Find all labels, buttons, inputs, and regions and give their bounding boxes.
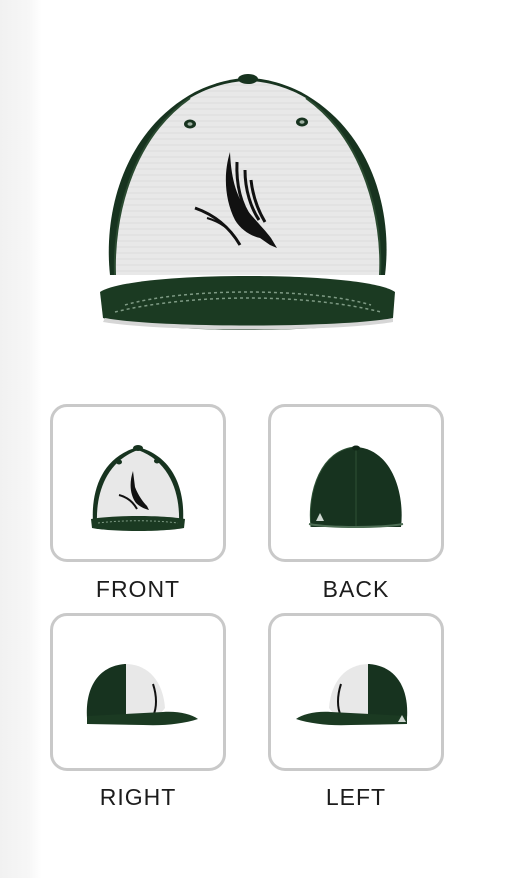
thumb-back[interactable] [268,404,444,562]
thumb-front[interactable] [50,404,226,562]
thumb-left[interactable] [268,613,444,771]
label-right: RIGHT [99,784,177,810]
thumb-right[interactable] [50,613,226,771]
page-edge-shadow [0,0,42,878]
main-cap-image [95,70,400,335]
label-back: BACK [322,576,390,602]
label-left: LEFT [325,784,387,810]
label-front: FRONT [95,576,181,602]
